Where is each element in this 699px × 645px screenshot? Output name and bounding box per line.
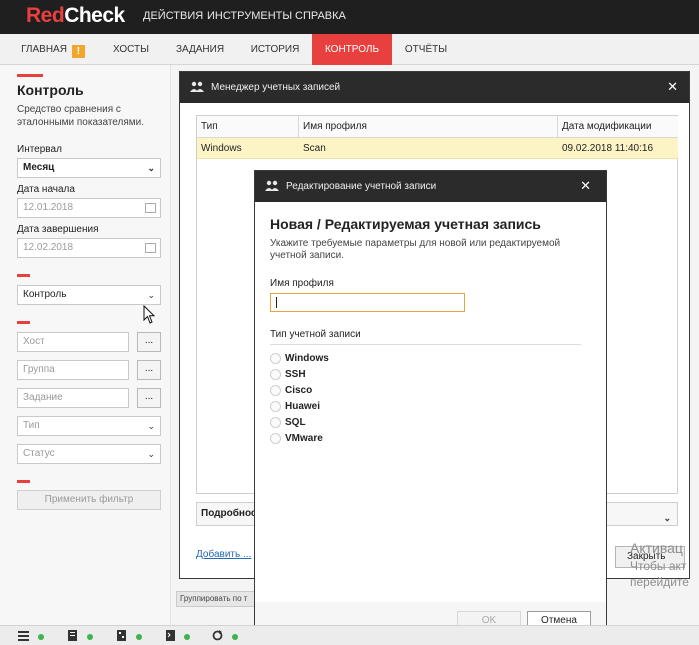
tab-history[interactable]: ИСТОРИЯ [240, 34, 310, 65]
tab-tasks[interactable]: ЗАДАНИЯ [165, 34, 235, 65]
sidebar-title: Контроль [17, 82, 84, 98]
status-ok-dot [38, 634, 44, 640]
tab-control[interactable]: КОНТРОЛЬ [312, 34, 392, 65]
chevron-down-icon: ⌄ [147, 290, 155, 300]
radio-icon [270, 401, 281, 412]
table-cell-modified[interactable]: 09.02.2018 11:40:16 [558, 138, 678, 159]
activation-watermark-line: Чтобы акт [630, 559, 687, 573]
type-select[interactable]: Тип ⌄ [17, 416, 161, 436]
add-account-link[interactable]: Добавить ... [196, 549, 251, 560]
start-date-label: Дата начала [17, 184, 75, 195]
users-icon [190, 81, 204, 92]
table-cell-profile[interactable]: Scan [299, 138, 558, 159]
text-caret [276, 297, 277, 308]
dialog-heading: Новая / Редактируемая учетная запись [270, 216, 541, 232]
column-header-type[interactable]: Тип [197, 116, 299, 138]
radio-icon [270, 417, 281, 428]
activation-watermark-line: перейдите [630, 575, 689, 589]
divider [17, 274, 30, 277]
column-header-profile[interactable]: Имя профиля [299, 116, 558, 138]
radio-icon [270, 433, 281, 444]
group-input[interactable]: Группа [17, 360, 129, 380]
host-browse-button[interactable]: ... [137, 332, 161, 352]
dialog-subtitle: Укажите требуемые параметры для новой ил… [270, 238, 561, 261]
tab-home[interactable]: ГЛАВНАЯ! [14, 34, 92, 65]
start-date-field[interactable]: 12.01.2018 [17, 198, 161, 218]
menu-tools[interactable]: ИНСТРУМЕНТЫ [207, 10, 292, 22]
close-icon[interactable]: ✕ [667, 79, 678, 95]
mouse-cursor-icon [143, 305, 156, 324]
database-icon[interactable] [116, 630, 127, 641]
apply-filter-button[interactable]: Применить фильтр [17, 490, 161, 510]
calendar-icon[interactable] [145, 203, 156, 213]
divider [17, 321, 30, 324]
chevron-down-icon: ⌄ [663, 513, 671, 523]
list-icon[interactable] [18, 630, 29, 641]
dialog-titlebar: Менеджер учетных записей ✕ [180, 72, 689, 103]
menu-actions[interactable]: ДЕЙСТВИЯ [143, 10, 203, 22]
task-input[interactable]: Задание [17, 388, 129, 408]
status-ok-dot [136, 634, 142, 640]
divider [270, 344, 581, 345]
chevron-down-icon: ⌄ [147, 421, 155, 431]
table-cell-type[interactable]: Windows [197, 138, 299, 159]
sidebar-description: Средство сравнения с эталонными показате… [17, 104, 145, 128]
task-browse-button[interactable]: ... [137, 388, 161, 408]
mode-select[interactable]: Контроль ⌄ [17, 285, 161, 305]
close-icon[interactable]: ✕ [580, 178, 591, 194]
group-browse-button[interactable]: ... [137, 360, 161, 380]
profile-name-input[interactable] [270, 293, 465, 312]
radio-icon [270, 353, 281, 364]
status-ok-dot [87, 634, 93, 640]
status-ok-dot [232, 634, 238, 640]
filter-sidebar: Контроль Средство сравнения с эталонными… [0, 65, 171, 625]
chevron-down-icon: ⌄ [147, 163, 155, 173]
server-icon[interactable] [67, 630, 78, 641]
dialog-body: Новая / Редактируемая учетная запись Ука… [255, 202, 606, 602]
main-tabs: ГЛАВНАЯ! ХОСТЫ ЗАДАНИЯ ИСТОРИЯ КОНТРОЛЬ … [0, 34, 699, 65]
profile-name-label: Имя профиля [270, 278, 334, 289]
group-by-bar[interactable]: Группировать по т [176, 591, 266, 607]
refresh-icon[interactable] [212, 630, 223, 641]
status-bar [0, 625, 699, 645]
chevron-down-icon: ⌄ [147, 449, 155, 459]
calendar-icon[interactable] [145, 243, 156, 253]
activation-watermark: Активац [630, 540, 683, 556]
edit-account-dialog: Редактирование учетной записи ✕ Новая / … [254, 170, 607, 642]
menu-help[interactable]: СПРАВКА [295, 10, 346, 22]
column-header-modified[interactable]: Дата модификации [558, 116, 678, 138]
host-input[interactable]: Хост [17, 332, 129, 352]
document-icon[interactable] [165, 630, 176, 641]
account-type-label: Тип учетной записи [270, 329, 361, 340]
radio-icon [270, 369, 281, 380]
accent-bar [17, 74, 43, 77]
dialog-title: Редактирование учетной записи [286, 181, 437, 192]
end-date-field[interactable]: 12.02.2018 [17, 238, 161, 258]
status-select[interactable]: Статус ⌄ [17, 444, 161, 464]
top-bar: RedCheck ДЕЙСТВИЯ ИНСТРУМЕНТЫ СПРАВКА [0, 0, 699, 34]
dialog-title: Менеджер учетных записей [211, 82, 341, 93]
warning-icon: ! [71, 45, 85, 58]
users-icon [265, 180, 279, 191]
interval-select[interactable]: Месяц ⌄ [17, 158, 161, 178]
tab-reports[interactable]: ОТЧЁТЫ [394, 34, 458, 65]
app-logo: RedCheck [26, 4, 125, 27]
radio-icon [270, 385, 281, 396]
status-ok-dot [184, 634, 190, 640]
tab-hosts[interactable]: ХОСТЫ [100, 34, 162, 65]
end-date-label: Дата завершения [17, 224, 99, 235]
divider [17, 480, 30, 483]
interval-label: Интервал [17, 144, 62, 155]
dialog-titlebar: Редактирование учетной записи ✕ [255, 171, 606, 202]
